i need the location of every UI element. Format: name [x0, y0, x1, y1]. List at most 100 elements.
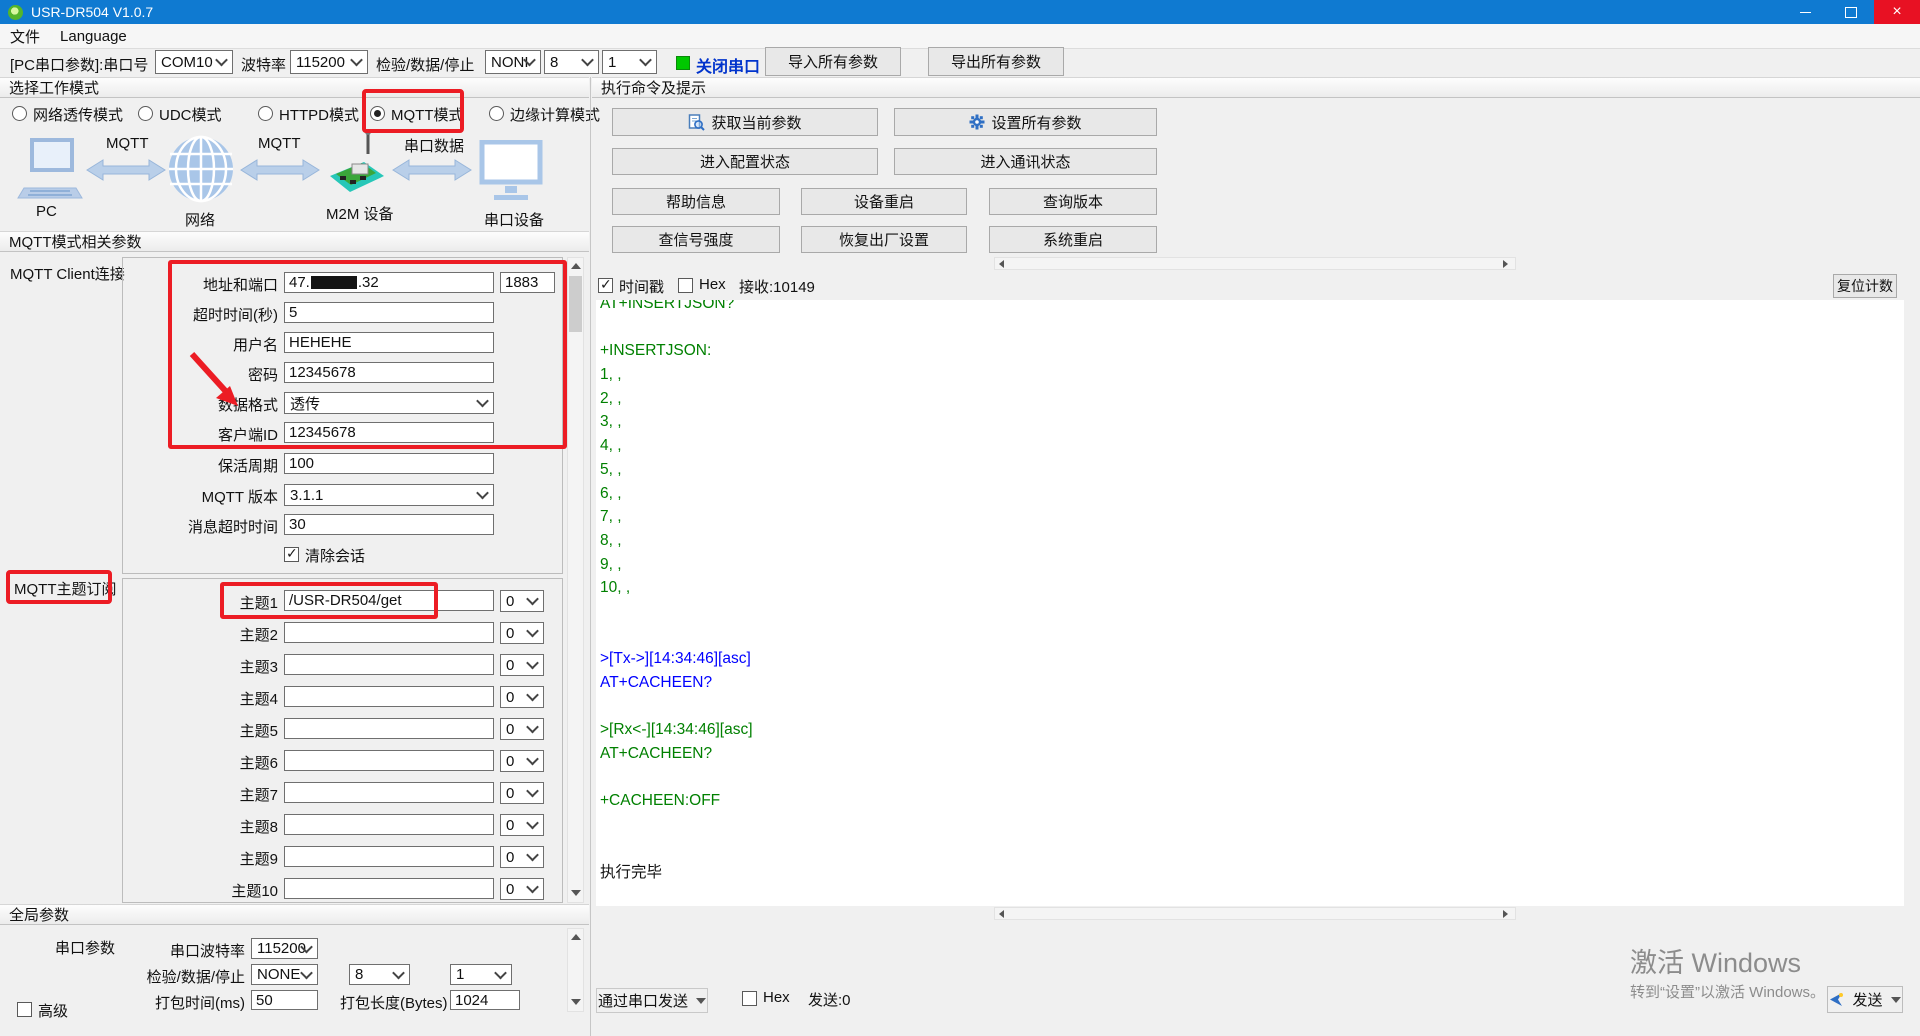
topics-section-label: MQTT主题订阅 [14, 578, 117, 599]
log-hex-checkbox[interactable] [678, 278, 693, 293]
left-panel-scrollbar[interactable] [567, 257, 584, 903]
global-databits-select[interactable]: 8 [349, 964, 410, 985]
radio-edge[interactable] [489, 106, 504, 121]
msg-timeout-input[interactable] [284, 514, 494, 535]
diagram-net-label: 网络 [185, 209, 215, 230]
scroll-down-icon[interactable] [571, 999, 581, 1005]
global-baud-select[interactable]: 115200 [251, 938, 318, 959]
close-icon: × [1892, 4, 1901, 20]
topic1-qos-select[interactable]: 0 [500, 590, 544, 612]
chevron-down-icon [476, 395, 489, 408]
pack-len-input[interactable] [450, 990, 520, 1010]
scroll-down-icon[interactable] [571, 890, 581, 896]
topic3-label: 主题3 [208, 656, 278, 677]
commands-section-header: 执行命令及提示 [592, 77, 1920, 98]
topic5-input[interactable] [284, 718, 494, 739]
log-bottom-scrollbar[interactable] [994, 907, 1516, 920]
system-reboot-button[interactable]: 系统重启 [989, 226, 1157, 253]
set-params-button[interactable]: 设置所有参数 [894, 108, 1157, 136]
minimize-button[interactable] [1782, 0, 1828, 24]
keepalive-input[interactable] [284, 453, 494, 474]
radio-net-transparent[interactable] [12, 106, 27, 121]
device-reboot-button[interactable]: 设备重启 [801, 188, 967, 215]
advanced-checkbox[interactable] [17, 1002, 32, 1017]
timestamp-checkbox[interactable] [598, 278, 613, 293]
scroll-right-icon[interactable] [1503, 910, 1508, 918]
scroll-left-icon[interactable] [999, 910, 1004, 918]
topic6-input[interactable] [284, 750, 494, 771]
log-top-scrollbar[interactable] [994, 257, 1516, 270]
username-input[interactable] [284, 332, 494, 353]
import-params-button[interactable]: 导入所有参数 [765, 47, 901, 76]
send-via-serial-dropdown[interactable]: 通过串口发送 [596, 988, 708, 1013]
topic3-input[interactable] [284, 654, 494, 675]
chevron-down-icon [392, 966, 405, 979]
topic1-input[interactable] [284, 590, 494, 611]
receive-log[interactable]: AT+INSERTJSON? +INSERTJSON: 1, , 2, , 3,… [596, 300, 1904, 906]
chevron-down-icon [494, 966, 507, 979]
scroll-left-icon[interactable] [999, 260, 1004, 268]
radio-httpd[interactable] [258, 106, 273, 121]
enter-comm-button[interactable]: 进入通讯状态 [894, 148, 1157, 175]
get-params-button[interactable]: 获取当前参数 [612, 108, 878, 136]
export-params-button[interactable]: 导出所有参数 [928, 47, 1064, 76]
diagram-serial-data-label: 串口数据 [404, 135, 464, 156]
send-button[interactable]: 发送 [1827, 986, 1903, 1013]
topic8-input[interactable] [284, 814, 494, 835]
data-format-select[interactable]: 透传 [284, 392, 494, 414]
topic7-qos-select[interactable]: 0 [500, 782, 544, 804]
serial-device-monitor-icon [478, 140, 544, 204]
scrollbar-thumb[interactable] [569, 276, 582, 332]
close-port-button[interactable]: 关闭串口 [696, 53, 760, 77]
mqtt-version-select[interactable]: 3.1.1 [284, 484, 494, 506]
databits-select[interactable]: 8 [544, 50, 599, 74]
topic8-qos-select[interactable]: 0 [500, 814, 544, 836]
query-version-button[interactable]: 查询版本 [989, 188, 1157, 215]
menu-file[interactable]: 文件 [0, 26, 50, 47]
topic9-qos-select[interactable]: 0 [500, 846, 544, 868]
topic4-label: 主题4 [208, 688, 278, 709]
com-port-select[interactable]: COM10 [155, 50, 233, 74]
radio-mqtt[interactable] [370, 106, 385, 121]
timeout-input[interactable] [284, 302, 494, 323]
topic4-input[interactable] [284, 686, 494, 707]
clean-session-checkbox[interactable] [284, 547, 299, 562]
maximize-button[interactable] [1828, 0, 1874, 24]
topic10-input[interactable] [284, 878, 494, 899]
parity-select[interactable]: NONI [485, 50, 541, 74]
pack-time-input[interactable] [251, 990, 318, 1010]
topic2-qos-select[interactable]: 0 [500, 622, 544, 644]
topic3-qos-select[interactable]: 0 [500, 654, 544, 676]
baud-label: 波特率 [241, 54, 286, 75]
topic6-qos-select[interactable]: 0 [500, 750, 544, 772]
port-input[interactable] [500, 272, 555, 293]
topic5-qos-select[interactable]: 0 [500, 718, 544, 740]
topic4-qos-select[interactable]: 0 [500, 686, 544, 708]
topic10-qos-select[interactable]: 0 [500, 878, 544, 900]
global-section-scrollbar[interactable] [567, 928, 584, 1012]
addr-input[interactable]: 47..32 [284, 272, 494, 293]
global-stopbits-select[interactable]: 1 [450, 964, 512, 985]
scroll-right-icon[interactable] [1503, 260, 1508, 268]
chevron-down-icon [526, 625, 539, 638]
topic2-input[interactable] [284, 622, 494, 643]
enter-config-button[interactable]: 进入配置状态 [612, 148, 878, 175]
signal-strength-button[interactable]: 查信号强度 [612, 226, 780, 253]
addr-label: 地址和端口 [130, 274, 278, 295]
scroll-up-icon[interactable] [571, 934, 581, 940]
topic7-input[interactable] [284, 782, 494, 803]
topic9-input[interactable] [284, 846, 494, 867]
help-button[interactable]: 帮助信息 [612, 188, 780, 215]
scroll-up-icon[interactable] [571, 263, 581, 269]
menu-language[interactable]: Language [50, 28, 137, 45]
client-id-input[interactable] [284, 422, 494, 443]
baud-select[interactable]: 115200 [290, 50, 368, 74]
password-input[interactable] [284, 362, 494, 383]
radio-udc[interactable] [138, 106, 153, 121]
reset-count-button[interactable]: 复位计数 [1833, 274, 1897, 298]
close-button[interactable]: × [1874, 0, 1920, 24]
global-parity-select[interactable]: NONE [251, 964, 318, 985]
stopbits-select[interactable]: 1 [602, 50, 657, 74]
factory-reset-button[interactable]: 恢复出厂设置 [801, 226, 967, 253]
send-hex-checkbox[interactable] [742, 991, 757, 1006]
